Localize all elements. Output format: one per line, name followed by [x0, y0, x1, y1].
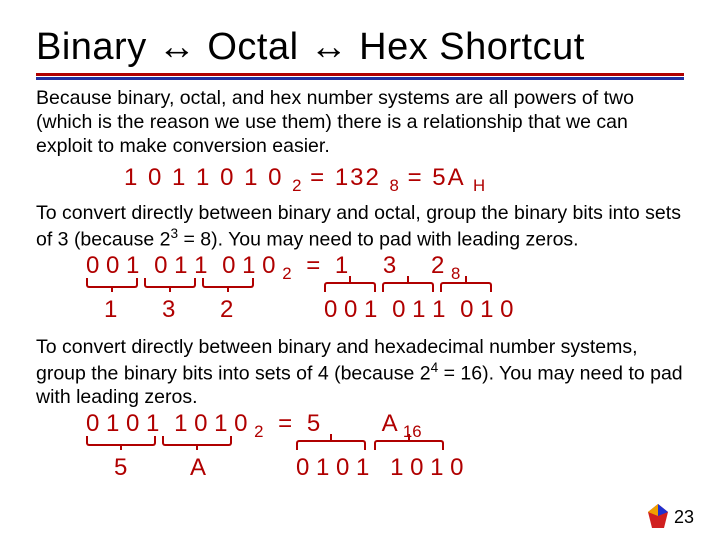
hex-digit-1: 5: [307, 410, 320, 437]
octal-digit-3: 2: [431, 252, 444, 279]
octal-under-3: 2: [220, 296, 233, 324]
octal-sub-out: 8: [451, 264, 460, 283]
bracket-up-icon: [374, 440, 444, 450]
slide-title: Binary ↔ Octal ↔ Hex Shortcut: [36, 0, 684, 73]
hex-group-2: 1 0 1 0: [174, 410, 247, 438]
logo-icon: [644, 502, 672, 530]
slide: Binary ↔ Octal ↔ Hex Shortcut Because bi…: [0, 0, 720, 540]
octal-expand-2: 0 1 1: [392, 296, 445, 324]
paragraph-1: Because binary, octal, and hex number sy…: [36, 87, 684, 158]
hex-digit-2: A: [382, 410, 397, 437]
bracket-up-icon: [324, 282, 376, 292]
paragraph-2: To convert directly between binary and o…: [36, 202, 684, 252]
bracket-down-icon: [202, 278, 254, 288]
octal-sub-in: 2: [282, 264, 291, 283]
hex-sub-out: 16: [403, 422, 422, 441]
octal-expand-1: 0 0 1: [324, 296, 377, 324]
paragraph-3: To convert directly between binary and h…: [36, 336, 684, 410]
hex-group-1: 0 1 0 1: [86, 410, 159, 438]
eq-5a: = 5A: [408, 164, 465, 191]
bracket-up-icon: [382, 282, 434, 292]
title-underline: [36, 73, 684, 81]
hex-under-2: A: [190, 454, 206, 482]
octal-expand-3: 0 1 0: [460, 296, 513, 324]
hex-expand-1: 0 1 0 1: [296, 454, 369, 482]
equation-main: 1 0 1 1 0 1 0 2 = 132 8 = 5A H: [124, 164, 684, 196]
bracket-down-icon: [86, 436, 156, 446]
bracket-down-icon: [162, 436, 232, 446]
bracket-up-icon: [296, 440, 366, 450]
octal-under-2: 3: [162, 296, 175, 324]
octal-group-2: 0 1 1: [154, 252, 207, 280]
eq-sub-8: 8: [390, 176, 399, 195]
eq-sub-2: 2: [292, 176, 301, 195]
hex-sub-in: 2: [254, 422, 263, 441]
hex-under-1: 5: [114, 454, 127, 482]
bracket-up-icon: [440, 282, 492, 292]
hex-diagram: 0 1 0 1 1 0 1 0 2 = 5 A 16 5 A 0 1 0 1 1…: [86, 410, 684, 488]
octal-diagram: 0 0 1 0 1 1 0 1 0 2 = 1 3 2 8 1 3 2 0 0 …: [86, 252, 684, 330]
eq-132: = 132: [310, 164, 381, 191]
hex-expand-2: 1 0 1 0: [390, 454, 463, 482]
octal-group-3: 0 1 0: [222, 252, 275, 280]
octal-group-1: 0 0 1: [86, 252, 139, 280]
bracket-down-icon: [86, 278, 138, 288]
eq-bits: 1 0 1 1 0 1 0: [124, 164, 283, 191]
octal-under-1: 1: [104, 296, 117, 324]
octal-digit-1: 1: [335, 252, 348, 279]
eq-sub-h: H: [473, 176, 485, 195]
bracket-down-icon: [144, 278, 196, 288]
octal-digit-2: 3: [383, 252, 396, 279]
page-number: 23: [674, 507, 694, 528]
